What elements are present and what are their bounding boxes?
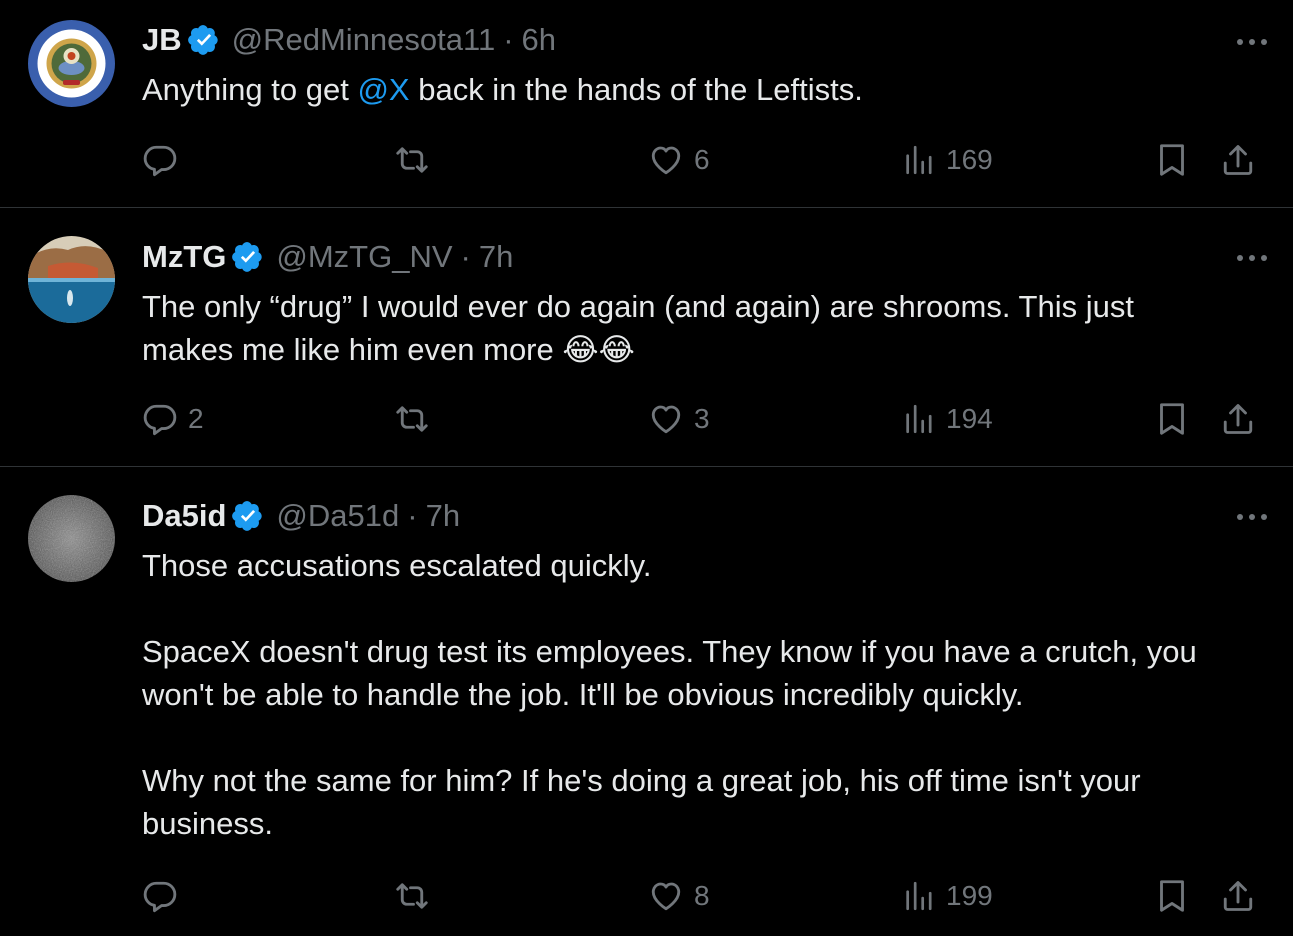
- view-count: 194: [946, 403, 993, 434]
- mention-link[interactable]: @X: [357, 72, 409, 107]
- timestamp[interactable]: 6h: [522, 22, 556, 58]
- more-icon[interactable]: [1235, 30, 1269, 54]
- views-icon: [902, 879, 936, 913]
- avatar[interactable]: [28, 495, 115, 582]
- tweet-text-start: Anything to get: [142, 72, 358, 107]
- tweet-header: MzTG @MzTG_NV · 7h: [142, 237, 513, 277]
- display-name[interactable]: MzTG: [142, 239, 226, 275]
- heart-icon: [648, 878, 684, 914]
- reply-icon: [142, 142, 178, 178]
- action-bar: 2 3 194: [142, 399, 1263, 439]
- reply-button[interactable]: [142, 876, 188, 916]
- reply-button[interactable]: 2: [142, 399, 204, 439]
- like-button[interactable]: 3: [648, 399, 710, 439]
- bookmark-icon: [1154, 142, 1190, 178]
- share-button[interactable]: [1220, 399, 1256, 439]
- tweet-text: Those accusations escalated quickly. Spa…: [142, 544, 1233, 845]
- action-bar: 8 199: [142, 876, 1263, 916]
- separator-dot: ·: [407, 498, 418, 533]
- verified-badge-icon: [188, 24, 220, 56]
- tweet-paragraph: Why not the same for him? If he's doing …: [142, 763, 1141, 841]
- retweet-button[interactable]: [394, 399, 440, 439]
- tweet-paragraph: The only “drug” I would ever do again (a…: [142, 289, 1134, 367]
- tweet-text: Anything to get @X back in the hands of …: [142, 68, 1233, 111]
- share-button[interactable]: [1220, 876, 1256, 916]
- share-icon: [1220, 878, 1256, 914]
- avatar[interactable]: [28, 20, 115, 107]
- like-count: 8: [694, 880, 710, 911]
- view-count: 169: [946, 144, 993, 175]
- retweet-button[interactable]: [394, 876, 440, 916]
- bookmark-icon: [1154, 878, 1190, 914]
- bookmark-button[interactable]: [1154, 140, 1190, 180]
- separator-dot: ·: [460, 239, 471, 274]
- like-count: 3: [694, 403, 710, 434]
- bookmark-icon: [1154, 401, 1190, 437]
- action-bar: 6 169: [142, 140, 1263, 180]
- display-name[interactable]: JB: [142, 22, 182, 58]
- tweet[interactable]: Da5id @Da51d · 7h Those accusations esca…: [0, 467, 1293, 936]
- user-handle[interactable]: @RedMinnesota11: [232, 22, 496, 58]
- avatar-image: [28, 495, 115, 582]
- like-count: 6: [694, 144, 710, 175]
- tweet-text: The only “drug” I would ever do again (a…: [142, 285, 1233, 371]
- retweet-icon: [394, 878, 430, 914]
- view-count: 199: [946, 880, 993, 911]
- retweet-icon: [394, 142, 430, 178]
- avatar-image: [28, 20, 115, 107]
- like-button[interactable]: 6: [648, 140, 710, 180]
- retweet-button[interactable]: [394, 140, 440, 180]
- user-handle[interactable]: @MzTG_NV: [276, 239, 452, 275]
- views-button[interactable]: 199: [902, 876, 993, 916]
- heart-icon: [648, 401, 684, 437]
- bookmark-button[interactable]: [1154, 399, 1190, 439]
- timestamp[interactable]: 7h: [479, 239, 513, 275]
- user-handle[interactable]: @Da51d: [276, 498, 399, 534]
- timestamp[interactable]: 7h: [426, 498, 460, 534]
- tweet-header: Da5id @Da51d · 7h: [142, 496, 460, 536]
- verified-badge-icon: [232, 241, 264, 273]
- share-button[interactable]: [1220, 140, 1256, 180]
- share-icon: [1220, 401, 1256, 437]
- verified-badge-icon: [232, 500, 264, 532]
- more-icon[interactable]: [1235, 246, 1269, 270]
- views-button[interactable]: 169: [902, 140, 993, 180]
- tweet[interactable]: MzTG @MzTG_NV · 7h The only “drug” I wou…: [0, 208, 1293, 467]
- tweet-paragraph: Those accusations escalated quickly.: [142, 548, 652, 583]
- reply-button[interactable]: [142, 140, 188, 180]
- views-icon: [902, 143, 936, 177]
- tweet-header: JB @RedMinnesota11 · 6h: [142, 20, 556, 60]
- views-icon: [902, 402, 936, 436]
- heart-icon: [648, 142, 684, 178]
- reply-count: 2: [188, 403, 204, 434]
- avatar-image: [28, 236, 115, 323]
- views-button[interactable]: 194: [902, 399, 993, 439]
- reply-icon: [142, 401, 178, 437]
- separator-dot: ·: [503, 22, 514, 57]
- retweet-icon: [394, 401, 430, 437]
- bookmark-button[interactable]: [1154, 876, 1190, 916]
- display-name[interactable]: Da5id: [142, 498, 226, 534]
- like-button[interactable]: 8: [648, 876, 710, 916]
- avatar[interactable]: [28, 236, 115, 323]
- tweet[interactable]: JB @RedMinnesota11 · 6h Anything to get …: [0, 0, 1293, 208]
- tweet-text-end: back in the hands of the Leftists.: [409, 72, 863, 107]
- share-icon: [1220, 142, 1256, 178]
- reply-icon: [142, 878, 178, 914]
- more-icon[interactable]: [1235, 505, 1269, 529]
- tweet-paragraph: SpaceX doesn't drug test its employees. …: [142, 634, 1197, 712]
